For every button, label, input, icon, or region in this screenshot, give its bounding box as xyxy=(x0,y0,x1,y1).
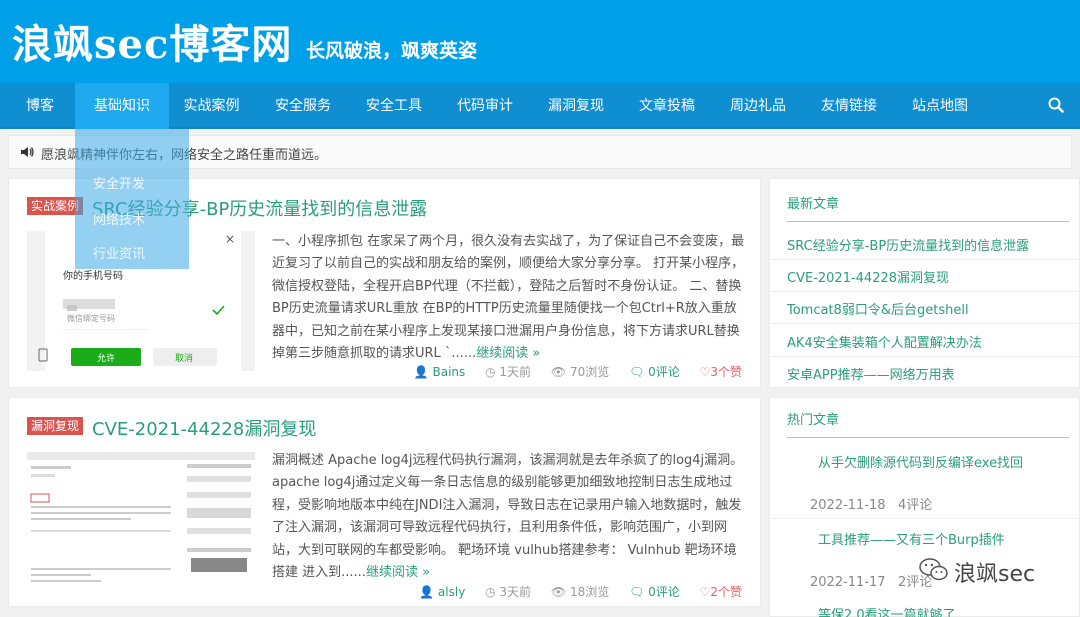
post-time: ◷ 3天前 xyxy=(485,585,532,599)
hot-article-link[interactable]: 从手欠删除源代码到反编译exe找回 xyxy=(818,452,1023,471)
nav-item-code-audit[interactable]: 代码审计 xyxy=(440,83,530,129)
post-excerpt-text: 一、小程序抓包 在家呆了两个月，很久没有去实战了，为了保证自己不会变废，最近复习… xyxy=(272,234,745,362)
search-button[interactable] xyxy=(1034,83,1080,129)
post-time-text: 1天前 xyxy=(499,365,532,379)
nav-item-cases[interactable]: 实战案例 xyxy=(169,83,254,129)
latest-article-link[interactable]: AK4安全集装箱个人配置解决办法 xyxy=(787,332,982,351)
nav-dropdown: 安全开发 网络技术 行业资讯 xyxy=(75,129,189,269)
post-likes[interactable]: ♡3个赞 xyxy=(700,365,742,379)
hot-article-link[interactable]: 工具推荐——又有三个Burp插件 xyxy=(818,529,1005,548)
nav-item-links[interactable]: 友情链接 xyxy=(804,83,894,129)
dropdown-item-network[interactable]: 网络技术 xyxy=(93,209,145,228)
post-category-tag[interactable]: 漏洞复现 xyxy=(27,417,84,435)
sidebar-latest: 最新文章 SRC经验分享-BP历史流量找到的信息泄露 CVE-2021-4422… xyxy=(769,178,1080,388)
speaker-icon xyxy=(21,147,34,157)
sidebar-hot-title: 热门文章 xyxy=(787,413,840,428)
latest-article-link[interactable]: Tomcat8弱口令&后台getshell xyxy=(787,299,969,318)
post-comments-text: 0评论 xyxy=(648,585,680,599)
nav-item-basics[interactable]: 基础知识 xyxy=(75,83,169,129)
hot-article-date: 2022-11-17 xyxy=(810,575,886,590)
post-author[interactable]: 👤 alsly xyxy=(419,585,465,599)
hot-article-meta: 2022-11-17 2评论 xyxy=(810,571,932,590)
nav-item-gifts[interactable]: 周边礼品 xyxy=(713,83,803,129)
post-likes-text: 3个赞 xyxy=(710,365,742,379)
post-comments[interactable]: 🗨 0评论 xyxy=(629,585,680,599)
sidebar-separator xyxy=(770,291,1080,292)
post-card: 漏洞复现 CVE-2021-44228漏洞复现 漏洞概述 Apache log4 xyxy=(8,397,761,607)
dropdown-item-news[interactable]: 行业资讯 xyxy=(93,243,145,262)
latest-article-link[interactable]: SRC经验分享-BP历史流量找到的信息泄露 xyxy=(787,235,1029,254)
site-title[interactable]: 浪飒sec博客网 xyxy=(12,12,292,70)
post-excerpt: 一、小程序抓包 在家呆了两个月，很久没有去实战了，为了保证自己不会变废，最近复习… xyxy=(272,231,748,365)
watermark-text: 浪飒sec xyxy=(954,562,1036,587)
nav-item-vuln[interactable]: 漏洞复现 xyxy=(531,83,621,129)
hot-article-comments: 4评论 xyxy=(897,498,933,513)
post-likes[interactable]: ♡2个赞 xyxy=(700,585,742,599)
post-meta: 👤 alsly ◷ 3天前 👁 18浏览 🗨 0评论 ♡2个赞 xyxy=(403,583,742,600)
post-views: 👁 70浏览 xyxy=(550,365,610,379)
post-views-text: 70浏览 xyxy=(569,365,610,379)
post-meta: 👤 Bains ◷ 1天前 👁 70浏览 🗨 0评论 ♡3个赞 xyxy=(398,363,742,380)
sidebar-divider xyxy=(787,437,1069,438)
svg-text:×: × xyxy=(225,232,235,246)
site-header: 浪飒sec博客网 长风破浪，飒爽英姿 xyxy=(0,0,1080,83)
main-nav: 博客 基础知识 实战案例 安全服务 安全工具 代码审计 漏洞复现 文章投稿 周边… xyxy=(0,83,1080,129)
read-more-link[interactable]: 继续阅读 » xyxy=(476,346,540,361)
sidebar-latest-title: 最新文章 xyxy=(787,197,840,212)
post-author-name: Bains xyxy=(432,365,466,379)
thumb-sub-label: 微信绑定号码 xyxy=(67,314,115,323)
nav-item-blog[interactable]: 博客 xyxy=(0,83,80,129)
post-views-text: 18浏览 xyxy=(569,585,610,599)
search-icon xyxy=(1048,97,1064,113)
post-excerpt-text: 漏洞概述 Apache log4j远程代码执行漏洞，该漏洞就是去年杀疯了的log… xyxy=(272,453,744,581)
sidebar-separator xyxy=(770,323,1080,324)
nav-item-tools[interactable]: 安全工具 xyxy=(349,83,439,129)
wechat-icon xyxy=(919,558,948,581)
sidebar-separator xyxy=(770,356,1080,357)
nav-item-services[interactable]: 安全服务 xyxy=(258,83,348,129)
sidebar-separator xyxy=(770,518,1080,519)
latest-article-link[interactable]: CVE-2021-44228漏洞复现 xyxy=(787,267,949,286)
post-comments-text: 0评论 xyxy=(648,365,680,379)
post-thumbnail[interactable] xyxy=(27,452,255,592)
sidebar-divider xyxy=(787,221,1069,222)
post-author-name: alsly xyxy=(437,585,466,599)
thumb-deny-label: 取消 xyxy=(175,354,194,364)
post-excerpt: 漏洞概述 Apache log4j远程代码执行漏洞，该漏洞就是去年杀疯了的log… xyxy=(272,450,748,584)
site-slogan: 长风破浪，飒爽英姿 xyxy=(306,40,478,62)
thumb-allow-label: 允许 xyxy=(97,354,116,364)
sidebar-separator xyxy=(770,259,1080,260)
post-title[interactable]: CVE-2021-44228漏洞复现 xyxy=(92,415,316,441)
latest-article-link[interactable]: 安卓APP推荐——网络万用表 xyxy=(787,364,955,383)
hot-article-meta: 2022-11-18 4评论 xyxy=(810,494,932,513)
thumbnail-image xyxy=(27,452,255,592)
hot-article-date: 2022-11-18 xyxy=(810,498,886,513)
post-likes-text: 2个赞 xyxy=(710,585,742,599)
post-comments[interactable]: 🗨 0评论 xyxy=(629,365,680,379)
post-time-text: 3天前 xyxy=(499,585,532,599)
post-author[interactable]: 👤 Bains xyxy=(414,365,466,379)
post-time: ◷ 1天前 xyxy=(485,365,532,379)
dropdown-item-dev[interactable]: 安全开发 xyxy=(93,173,145,192)
read-more-link[interactable]: 继续阅读 » xyxy=(366,565,430,580)
nav-item-submit[interactable]: 文章投稿 xyxy=(622,83,712,129)
thumb-phone-label: 你的手机号码 xyxy=(63,271,123,282)
post-views: 👁 18浏览 xyxy=(550,585,610,599)
hot-article-link[interactable]: 等保2.0看这一篇就够了 xyxy=(818,604,956,617)
nav-item-sitemap[interactable]: 站点地图 xyxy=(895,83,985,129)
